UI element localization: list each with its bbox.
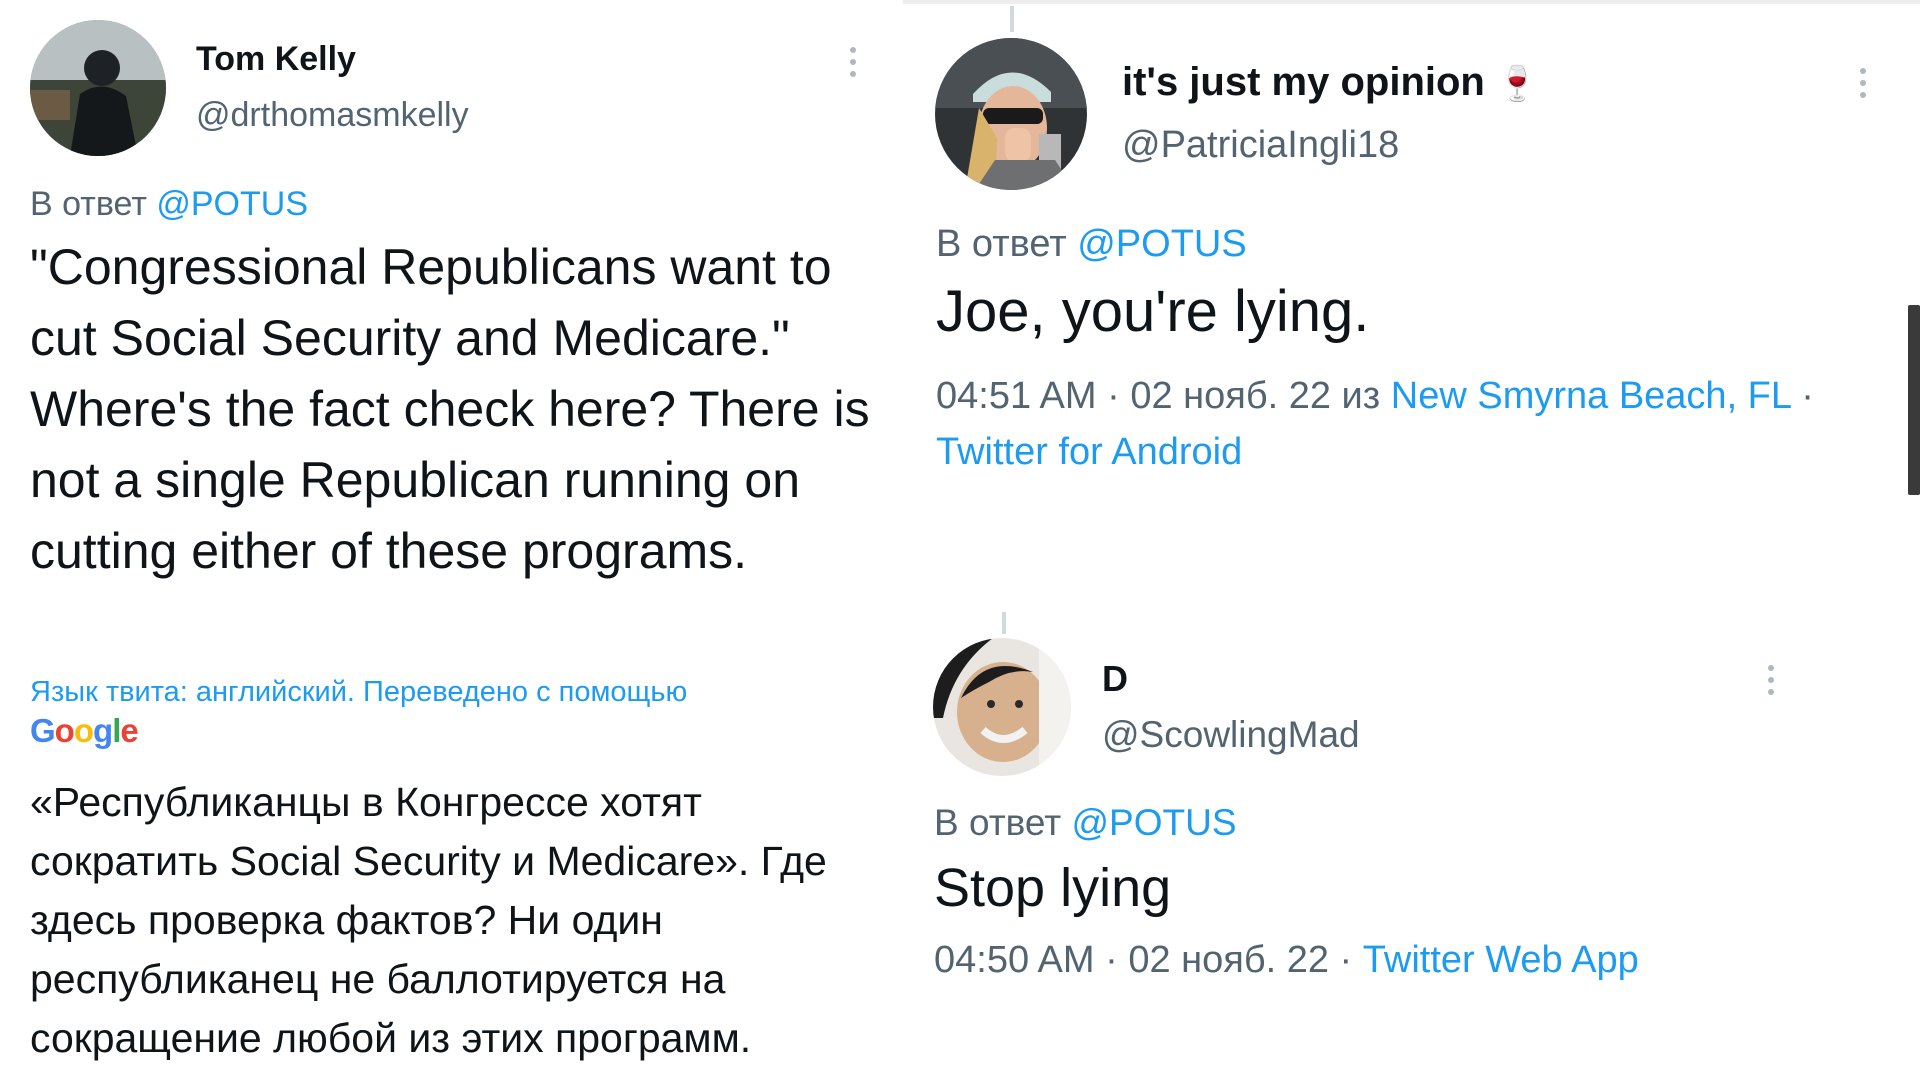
location-link[interactable]: New Smyrna Beach, FL	[1391, 375, 1791, 417]
scrollbar[interactable]	[1908, 305, 1920, 495]
thread-line	[1010, 6, 1014, 32]
display-name[interactable]: it's just my opinion	[1122, 60, 1485, 104]
meta-separator: ·	[1801, 375, 1814, 417]
tweet-body: Stop lying	[934, 858, 1172, 918]
translated-text: «Республиканцы в Конгрессе хотят сократи…	[30, 779, 827, 1061]
username[interactable]: @drthomasmkelly	[196, 96, 469, 135]
avatar[interactable]	[933, 638, 1071, 776]
tweet-body: Joe, you're lying.	[936, 279, 1370, 344]
thread-line	[1002, 612, 1006, 634]
more-vertical-icon[interactable]	[1857, 68, 1869, 98]
username[interactable]: @ScowlingMad	[1102, 714, 1360, 756]
reply-prefix: В ответ	[934, 802, 1062, 843]
source-link[interactable]: Twitter Web App	[1363, 939, 1639, 981]
display-name-row: it's just my opinion 🍷	[1122, 60, 1538, 105]
avatar[interactable]	[30, 20, 166, 156]
tweet-body: "Congressional Republicans want to cut S…	[30, 239, 870, 579]
more-vertical-icon[interactable]	[847, 47, 859, 77]
tweet-meta: 04:51 AM · 02 нояб. 22 из New Smyrna Bea…	[936, 368, 1876, 480]
avatar-photo	[30, 20, 166, 156]
translation-note[interactable]: Язык твита: английский. Переведено с пом…	[30, 676, 687, 709]
source-link[interactable]: Twitter for Android	[936, 431, 1242, 473]
reply-prefix: В ответ	[936, 223, 1067, 265]
reply-mention-link[interactable]: @POTUS	[156, 185, 308, 223]
reply-mention-link[interactable]: @POTUS	[1072, 802, 1237, 843]
reply-context: В ответ @POTUS	[936, 223, 1247, 266]
timestamp[interactable]: 04:51 AM · 02 нояб. 22 из	[936, 375, 1380, 417]
avatar-photo	[935, 38, 1087, 190]
google-letter: g	[93, 712, 113, 749]
reply-context: В ответ @POTUS	[934, 802, 1237, 844]
reply-context: В ответ @POTUS	[30, 185, 308, 224]
column-divider	[900, 0, 903, 1090]
google-letter: G	[30, 712, 56, 749]
more-vertical-icon[interactable]	[1765, 665, 1777, 695]
display-name[interactable]: Tom Kelly	[196, 40, 356, 79]
reply-prefix: В ответ	[30, 185, 147, 223]
top-border	[902, 0, 1920, 4]
username[interactable]: @PatriciaIngli18	[1122, 124, 1399, 167]
google-logo: Google	[30, 712, 139, 750]
google-letter: o	[54, 712, 75, 749]
wine-glass-emoji: 🍷	[1495, 65, 1539, 103]
tweet-meta: 04:50 AM · 02 нояб. 22 · Twitter Web App	[934, 934, 1874, 986]
reply-mention-link[interactable]: @POTUS	[1077, 223, 1246, 265]
google-letter: o	[73, 712, 94, 749]
avatar-photo	[933, 638, 1071, 776]
google-letter: e	[120, 712, 138, 749]
timestamp[interactable]: 04:50 AM · 02 нояб. 22 ·	[934, 939, 1352, 981]
avatar[interactable]	[935, 38, 1087, 190]
display-name[interactable]: D	[1102, 658, 1128, 700]
